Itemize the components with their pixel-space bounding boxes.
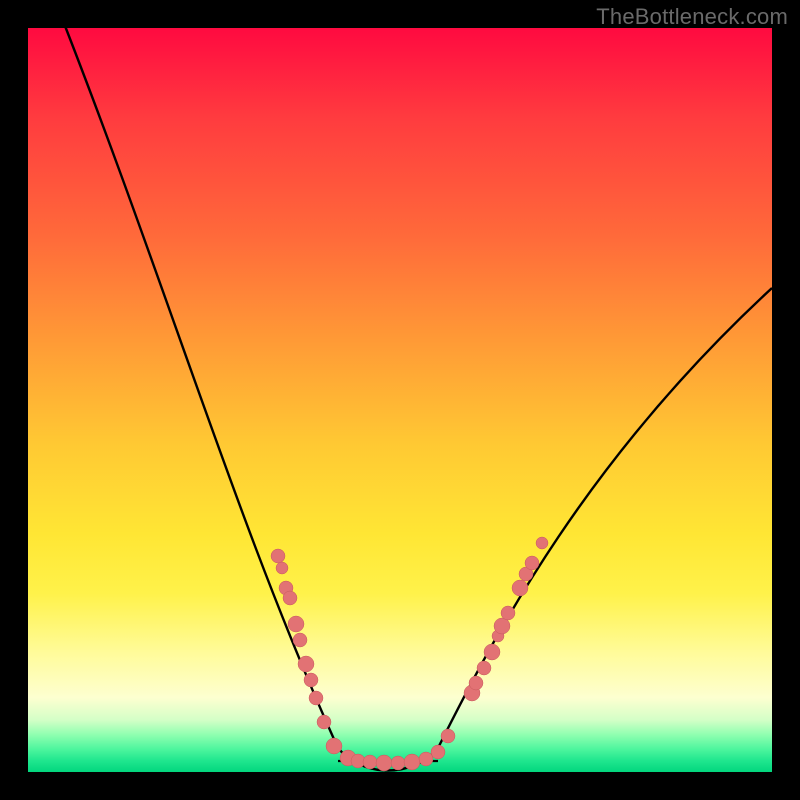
watermark-text: TheBottleneck.com [596,4,788,30]
bottleneck-curve [58,8,772,771]
data-dot [419,752,433,766]
curve-group [58,8,772,771]
data-dot [536,537,548,549]
data-dot [376,755,392,771]
data-dot [404,754,420,770]
data-dot [469,676,483,690]
data-dot [501,606,515,620]
data-dot [309,691,323,705]
data-dot [283,591,297,605]
data-dots [271,537,548,771]
data-dot [304,673,318,687]
data-dot [298,656,314,672]
data-dot [431,745,445,759]
data-dot [484,644,500,660]
data-dot [317,715,331,729]
outer-frame: TheBottleneck.com [0,0,800,800]
data-dot [477,661,491,675]
data-dot [288,616,304,632]
data-dot [271,549,285,563]
data-dot [363,755,377,769]
data-dot [441,729,455,743]
data-dot [494,618,510,634]
data-dot [293,633,307,647]
data-dot [525,556,539,570]
data-dot [391,756,405,770]
data-dot [326,738,342,754]
data-dot [276,562,288,574]
chart-overlay [28,28,772,772]
data-dot [512,580,528,596]
